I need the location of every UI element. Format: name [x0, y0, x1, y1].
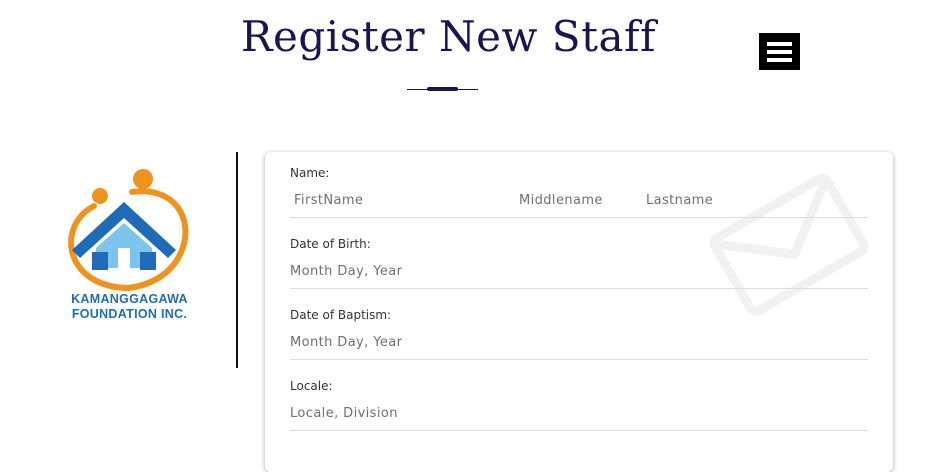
locale-field-group: Locale:	[290, 379, 868, 431]
registration-form: Name: Date of Birth: Date of Baptism: Lo…	[265, 152, 893, 472]
dob-label: Date of Birth:	[290, 237, 371, 251]
first-name-input[interactable]	[294, 191, 494, 209]
name-label: Name:	[290, 166, 330, 180]
baptism-field-group: Date of Baptism:	[290, 308, 868, 360]
dob-input[interactable]	[290, 262, 590, 280]
baptism-label: Date of Baptism:	[290, 308, 392, 322]
baptism-date-input[interactable]	[290, 333, 590, 351]
title-divider	[407, 87, 478, 91]
foundation-name: KAMANGGAGAWA FOUNDATION INC.	[71, 292, 188, 321]
middle-name-input[interactable]	[519, 191, 629, 209]
locale-input[interactable]	[290, 404, 590, 422]
hamburger-menu-icon[interactable]	[759, 33, 800, 70]
vertical-divider	[236, 152, 238, 368]
name-field-group: Name:	[290, 166, 868, 218]
locale-label: Locale:	[290, 379, 333, 393]
last-name-input[interactable]	[646, 191, 846, 209]
dob-field-group: Date of Birth:	[290, 237, 868, 289]
